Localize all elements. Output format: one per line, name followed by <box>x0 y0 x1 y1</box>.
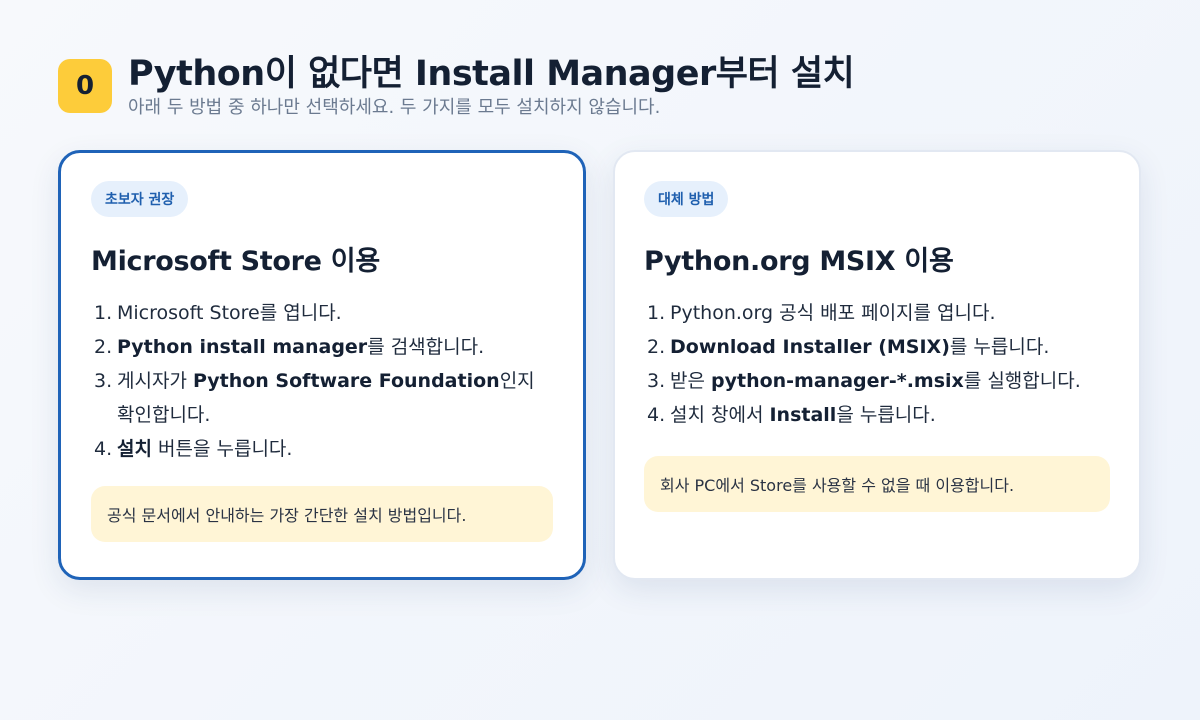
step-text: Python.org 공식 배포 페이지를 엽니다. <box>670 302 996 324</box>
card-title: Python.org MSIX 이용 <box>644 246 954 277</box>
list-item: 2. Python install manager를 검색합니다. <box>91 330 553 364</box>
step-number: 1. <box>647 302 666 324</box>
steps-list: 1. Python.org 공식 배포 페이지를 엽니다. 2. Downloa… <box>644 296 1110 432</box>
step-text: 받은 python-manager-*.msix를 실행합니다. <box>670 370 1081 392</box>
python-org-msix-card[interactable]: 대체 방법 Python.org MSIX 이용 1. Python.org 공… <box>613 150 1141 580</box>
microsoft-store-card[interactable]: 초보자 권장 Microsoft Store 이용 1. Microsoft S… <box>58 150 586 580</box>
page-subtitle: 아래 두 방법 중 하나만 선택하세요. 두 가지를 모두 설치하지 않습니다. <box>128 97 661 118</box>
list-item: 2. Download Installer (MSIX)를 누릅니다. <box>644 330 1110 364</box>
info-note: 회사 PC에서 Store를 사용할 수 없을 때 이용합니다. <box>644 456 1110 512</box>
page-header: 0 Python이 없다면 Install Manager부터 설치 아래 두 … <box>58 52 1160 120</box>
list-item: 1. Python.org 공식 배포 페이지를 엽니다. <box>644 296 1110 330</box>
list-item: 1. Microsoft Store를 엽니다. <box>91 296 553 330</box>
step-number: 4. <box>647 404 666 426</box>
step-number: 3. <box>94 370 113 392</box>
step-number: 3. <box>647 370 666 392</box>
page-title: Python이 없다면 Install Manager부터 설치 <box>128 54 855 94</box>
step-number: 2. <box>94 336 113 358</box>
list-item: 3. 받은 python-manager-*.msix를 실행합니다. <box>644 364 1110 398</box>
list-item: 4. 설치 버튼을 누릅니다. <box>91 432 553 466</box>
step-number: 1. <box>94 302 113 324</box>
list-item: 3. 게시자가 Python Software Foundation인지 확인합… <box>91 364 553 432</box>
recommended-badge: 초보자 권장 <box>91 181 189 217</box>
card-title: Microsoft Store 이용 <box>91 246 380 277</box>
step-text: 설치 창에서 Install을 누릅니다. <box>670 404 936 426</box>
list-item: 4. 설치 창에서 Install을 누릅니다. <box>644 398 1110 432</box>
step-text: 설치 버튼을 누릅니다. <box>117 438 293 460</box>
alternative-badge: 대체 방법 <box>644 181 729 217</box>
step-text: Download Installer (MSIX)를 누릅니다. <box>670 336 1050 358</box>
steps-list: 1. Microsoft Store를 엽니다. 2. Python insta… <box>91 296 553 466</box>
step-number: 4. <box>94 438 113 460</box>
step-number-badge: 0 <box>58 59 112 113</box>
step-number: 2. <box>647 336 666 358</box>
step-text: Python install manager를 검색합니다. <box>117 336 485 358</box>
step-text: Microsoft Store를 엽니다. <box>117 302 342 324</box>
header-titles: Python이 없다면 Install Manager부터 설치 아래 두 방법… <box>128 52 855 120</box>
step-text: 게시자가 Python Software Foundation인지 확인합니다. <box>117 370 535 426</box>
info-note: 공식 문서에서 안내하는 가장 간단한 설치 방법입니다. <box>91 486 553 542</box>
